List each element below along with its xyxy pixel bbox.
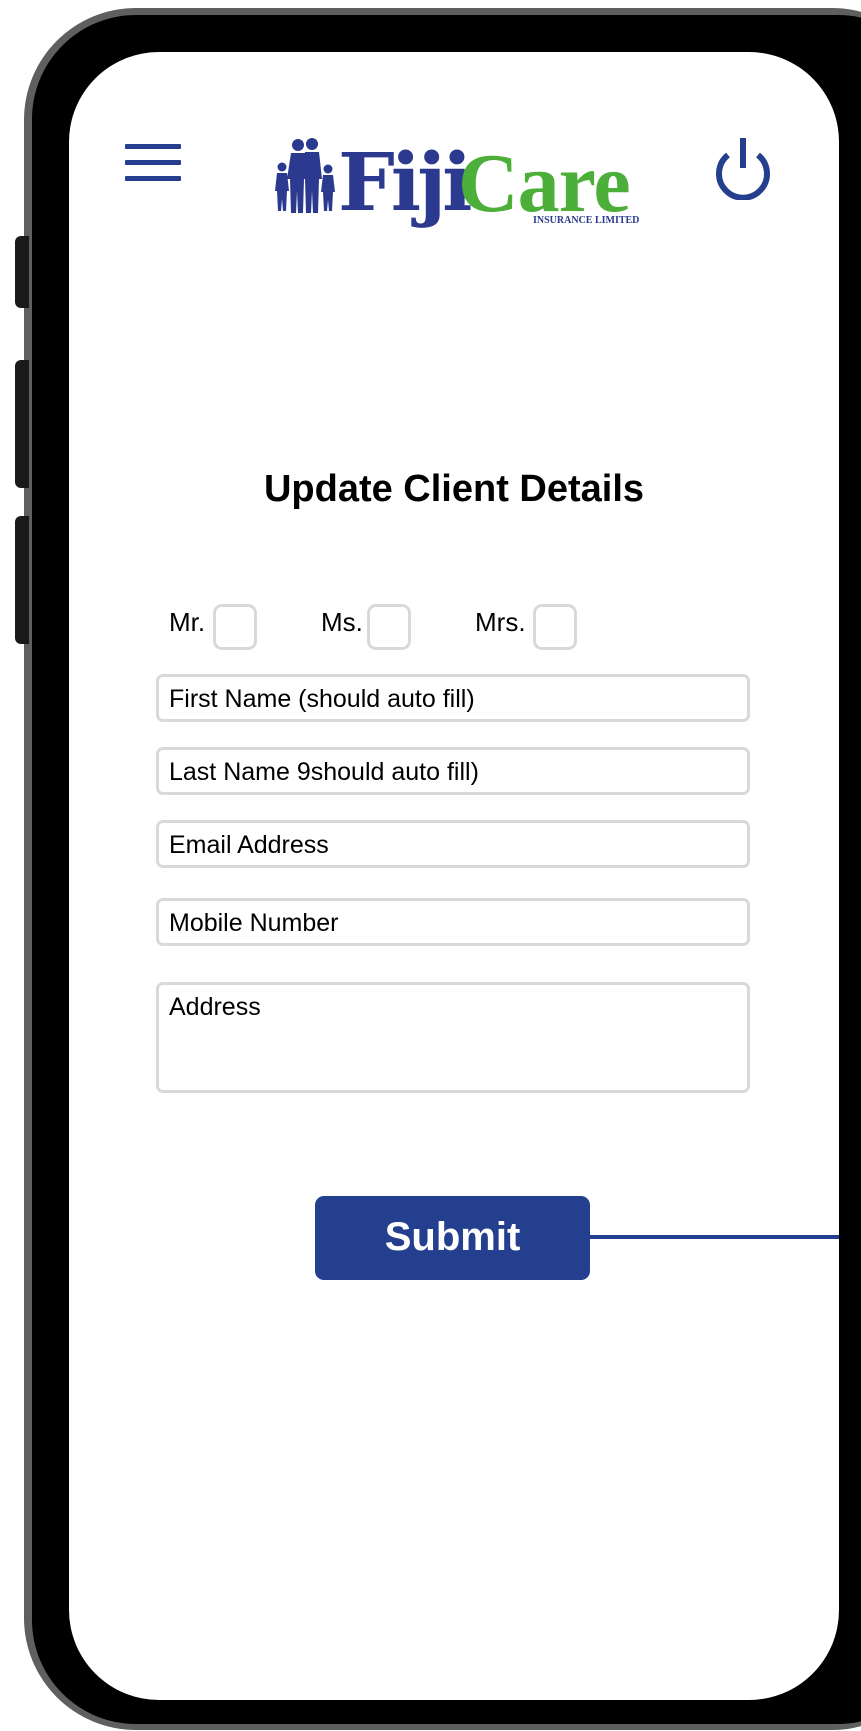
last-name-placeholder: Last Name 9should auto fill) [169,758,479,786]
salutation-label-ms: Ms. [321,607,363,637]
logo-subtitle: INSURANCE LIMITED [533,215,640,226]
phone-side-button [15,516,29,644]
phone-screen: Fiji Care INSURANCE LIMITED Update Clien… [69,52,839,1700]
flow-connector-line [590,1235,839,1239]
email-placeholder: Email Address [169,831,329,859]
mobile-number-field[interactable]: Mobile Number [156,898,750,946]
first-name-placeholder: First Name (should auto fill) [169,685,475,713]
last-name-field[interactable]: Last Name 9should auto fill) [156,747,750,795]
phone-side-button [15,360,29,488]
checkbox-mrs[interactable] [533,604,577,650]
page-title: Update Client Details [263,468,645,510]
hamburger-menu-icon[interactable] [125,144,183,186]
phone-side-button [15,236,29,308]
mobile-number-placeholder: Mobile Number [169,909,339,937]
address-placeholder: Address [169,993,261,1021]
first-name-field[interactable]: First Name (should auto fill) [156,674,750,722]
submit-button[interactable]: Submit [315,1196,590,1280]
checkbox-mr[interactable] [213,604,257,650]
salutation-label-mrs: Mrs. [475,607,526,637]
power-icon[interactable] [714,136,772,201]
fijicare-logo: Fiji Care INSURANCE LIMITED [274,137,644,232]
address-field[interactable]: Address [156,982,750,1093]
email-field[interactable]: Email Address [156,820,750,868]
page: Fiji Care INSURANCE LIMITED Update Clien… [0,0,861,1731]
family-figures-icon [275,138,335,213]
logo-fiji-text: Fiji [338,135,473,229]
salutation-label-mr: Mr. [169,607,206,637]
checkbox-ms[interactable] [367,604,411,650]
